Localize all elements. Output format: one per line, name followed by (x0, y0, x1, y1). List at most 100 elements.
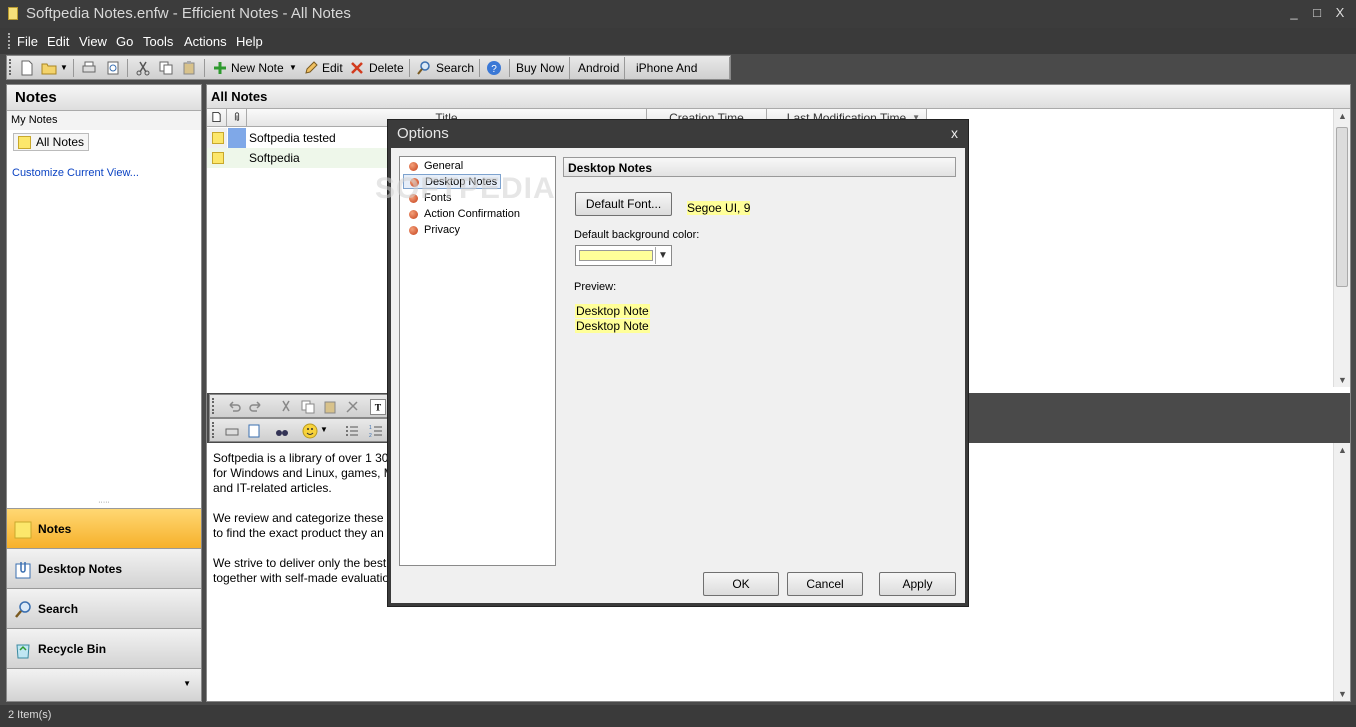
cut-icon[interactable] (278, 399, 294, 415)
editor-toolbar-row-2: ▼ 12 (209, 418, 389, 442)
note-flag-cell (207, 128, 227, 148)
nav-notes-label: Notes (38, 522, 72, 536)
toolbar-separator (509, 59, 510, 77)
nav-search-label: Search (38, 602, 79, 616)
numbered-list-icon[interactable]: 12 (368, 423, 384, 439)
note-type-column-icon[interactable] (207, 109, 227, 127)
print-icon[interactable] (81, 60, 97, 76)
menu-go[interactable]: Go (116, 34, 133, 49)
emoticon-icon[interactable] (302, 423, 318, 439)
scroll-down-icon[interactable]: ▼ (1338, 689, 1347, 699)
menu-help[interactable]: Help (236, 34, 263, 49)
preview-label: Preview: (574, 281, 617, 293)
undo-icon[interactable] (226, 399, 242, 415)
bg-color-picker[interactable]: ▼ (575, 245, 672, 266)
close-button[interactable]: X (1330, 5, 1350, 20)
search-button[interactable]: Search (436, 59, 474, 77)
section-title: Desktop Notes (563, 157, 956, 177)
clear-format-icon[interactable] (344, 399, 360, 415)
iphone-ipad-button[interactable]: iPhone And iPad (631, 57, 730, 97)
menu-tools[interactable]: Tools (143, 34, 173, 49)
help-icon[interactable]: ? (486, 60, 502, 76)
copy-icon[interactable] (158, 60, 174, 76)
bullet-list-icon[interactable] (344, 423, 360, 439)
cancel-button[interactable]: Cancel (787, 572, 863, 596)
chevron-down-icon[interactable]: ▼ (655, 247, 670, 264)
delete-button[interactable]: Delete (369, 59, 404, 77)
menu-file[interactable]: File (17, 34, 38, 49)
bullet-icon (409, 210, 418, 219)
preview-line: Desktop Note (575, 304, 650, 318)
toolbar-grip (212, 422, 215, 438)
paste-icon[interactable] (322, 399, 338, 415)
note-text-line: We review and categorize these p (213, 511, 394, 525)
print-preview-icon[interactable] (246, 423, 262, 439)
recycle-bin-icon (16, 644, 30, 659)
note-text-line: Softpedia is a library of over 1 300 (213, 451, 396, 465)
maximize-button[interactable]: □ (1307, 5, 1327, 20)
all-notes-label: All Notes (36, 135, 85, 149)
cut-icon[interactable] (135, 60, 151, 76)
list-scrollbar[interactable]: ▲ ▼ (1333, 109, 1350, 387)
text-format-icon[interactable]: T (370, 399, 386, 415)
copy-icon[interactable] (300, 399, 316, 415)
apply-button[interactable]: Apply (879, 572, 956, 596)
paste-icon[interactable] (181, 60, 197, 76)
tree-item-label: Action Confirmation (424, 208, 520, 220)
attachment-column-icon[interactable] (227, 109, 247, 127)
notes-navigation-panel: Notes My Notes All Notes Customize Curre… (6, 84, 202, 702)
nav-desktop-notes-button[interactable]: Desktop Notes (7, 548, 201, 588)
nav-recycle-bin-button[interactable]: Recycle Bin (7, 628, 201, 668)
open-dropdown-icon[interactable]: ▼ (60, 59, 68, 77)
print-preview-icon[interactable] (105, 60, 121, 76)
menu-edit[interactable]: Edit (47, 34, 69, 49)
open-folder-icon[interactable] (41, 60, 57, 76)
menu-actions[interactable]: Actions (184, 34, 227, 49)
android-button[interactable]: Android (573, 57, 626, 79)
redo-icon[interactable] (248, 399, 264, 415)
delete-x-icon (351, 62, 363, 74)
note-text-line: We strive to deliver only the best (213, 556, 387, 570)
note-flag-cell (207, 148, 227, 168)
scroll-up-icon[interactable]: ▲ (1338, 445, 1347, 455)
new-file-icon[interactable] (19, 60, 35, 76)
customize-view-link[interactable]: Customize Current View... (12, 167, 139, 179)
print-icon[interactable] (224, 423, 240, 439)
new-note-dropdown-icon[interactable]: ▼ (289, 59, 297, 77)
default-font-button[interactable]: Default Font... (575, 192, 672, 216)
nav-more-bar[interactable]: ▼ (7, 668, 201, 701)
sticky-note-icon (14, 521, 32, 539)
all-notes-item[interactable]: All Notes (13, 133, 90, 151)
scroll-down-icon[interactable]: ▼ (1338, 375, 1347, 385)
note-icon (18, 136, 31, 149)
menu-view[interactable]: View (79, 34, 107, 49)
toolbar-separator (73, 59, 74, 77)
attachment-cell (228, 128, 246, 148)
emoticon-dropdown-icon[interactable]: ▼ (320, 425, 328, 434)
minimize-button[interactable]: _ (1284, 5, 1304, 20)
tree-item-label: General (424, 160, 464, 172)
scroll-up-icon[interactable]: ▲ (1338, 111, 1347, 121)
chevron-down-icon[interactable]: ▼ (183, 679, 191, 688)
toolbar-grip (212, 398, 215, 414)
nav-recycle-bin-label: Recycle Bin (38, 642, 107, 656)
buy-now-button[interactable]: Buy Now (511, 57, 571, 79)
ok-button[interactable]: OK (703, 572, 779, 596)
nav-search-button[interactable]: Search (7, 588, 201, 628)
nav-notes-button[interactable]: Notes (7, 508, 201, 548)
tree-item-privacy[interactable]: Privacy (403, 223, 463, 238)
scroll-thumb[interactable] (1336, 127, 1348, 287)
note-editor-content[interactable]: Softpedia is a library of over 1 300 for … (213, 451, 396, 601)
new-note-button[interactable]: New Note (231, 59, 284, 77)
menubar-grip (8, 33, 11, 49)
dialog-close-button[interactable]: x (951, 125, 958, 141)
splitter-handle[interactable]: ····· (7, 499, 201, 507)
edit-button[interactable]: Edit (322, 59, 343, 77)
tree-item-action-confirmation[interactable]: Action Confirmation (403, 207, 523, 222)
toolbar-separator (204, 59, 205, 77)
list-title: All Notes (207, 85, 1350, 109)
nav-desktop-notes-label: Desktop Notes (38, 562, 123, 576)
svg-text:?: ? (491, 64, 497, 75)
editor-scrollbar[interactable]: ▲ ▼ (1333, 443, 1350, 701)
find-binoculars-icon[interactable] (274, 423, 290, 439)
